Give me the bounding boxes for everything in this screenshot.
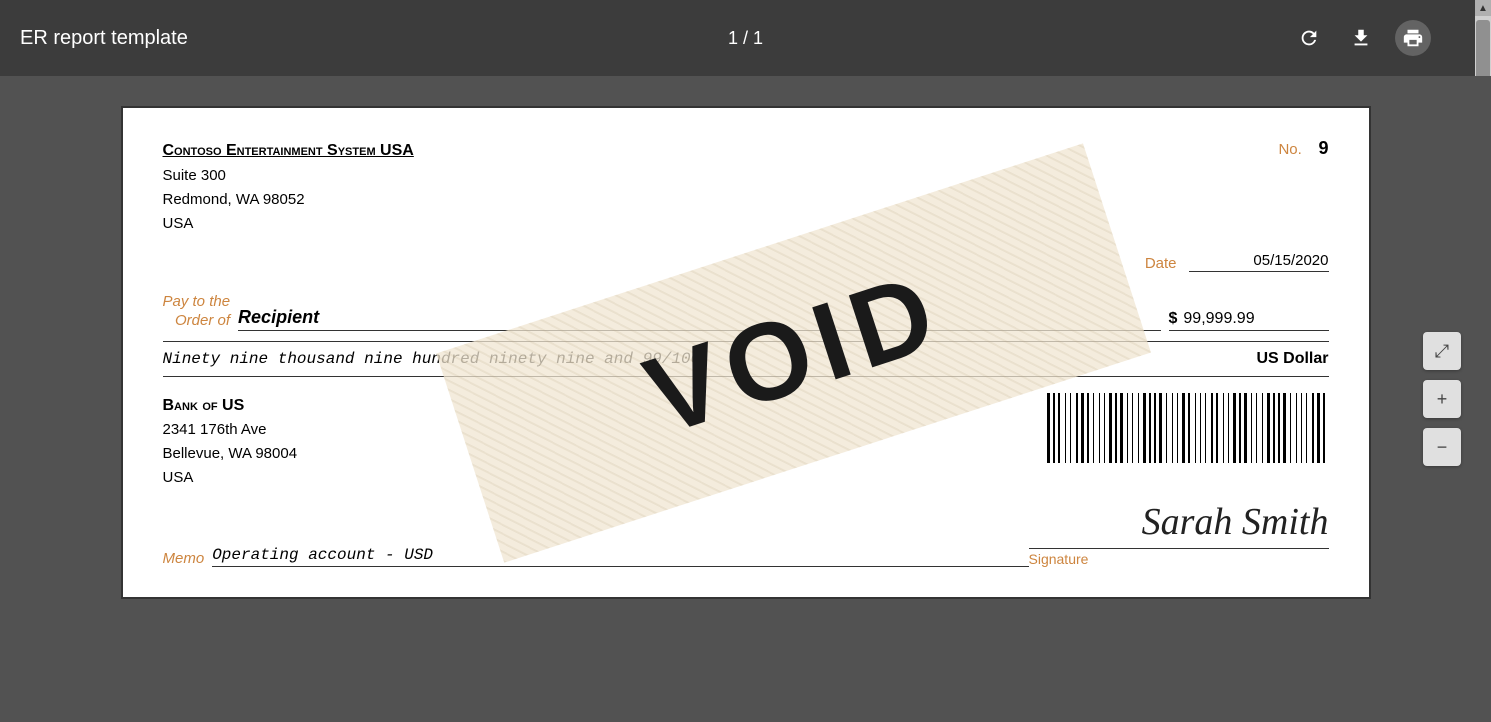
payto-label: Pay to the Order of — [163, 292, 231, 331]
currency-label: US Dollar — [1256, 350, 1328, 368]
check-document: VOID Contoso Entertainment System USA Su… — [121, 106, 1371, 599]
fit-icon: ⤢ — [1435, 341, 1449, 362]
page-info: 1 / 1 — [728, 28, 763, 49]
download-icon — [1350, 27, 1372, 49]
barcode — [1043, 393, 1329, 463]
company-info: Contoso Entertainment System USA Suite 3… — [163, 138, 414, 236]
bank-section: Bank of US 2341 176th Ave Bellevue, WA 9… — [163, 393, 1329, 491]
signature-label: Signature — [1029, 551, 1089, 567]
signature-line — [1029, 548, 1329, 549]
check-header: Contoso Entertainment System USA Suite 3… — [163, 138, 1329, 236]
document-title: ER report template — [20, 27, 188, 50]
memo-value: Operating account - USD — [212, 546, 1028, 567]
check-number-value: 9 — [1318, 138, 1328, 158]
written-amount: Ninety nine thousand nine hundred ninety… — [163, 350, 701, 368]
recipient: Recipient — [238, 307, 1160, 331]
memo-sig-row: Memo Operating account - USD Sarah Smith… — [163, 500, 1329, 567]
payto-row: Pay to the Order of Recipient $ 99,999.9… — [163, 292, 1329, 331]
address-line3: USA — [163, 212, 414, 236]
bank-address3: USA — [163, 466, 298, 490]
print-button[interactable] — [1395, 20, 1431, 56]
check-number-label: No. — [1278, 141, 1301, 158]
zoom-in-icon: + — [1437, 389, 1448, 410]
zoom-in-button[interactable]: + — [1423, 380, 1461, 418]
bank-info: Bank of US 2341 176th Ave Bellevue, WA 9… — [163, 393, 298, 491]
written-amount-row: Ninety nine thousand nine hundred ninety… — [163, 341, 1329, 377]
toolbar: ER report template 1 / 1 — [0, 0, 1491, 76]
toolbar-actions — [1291, 20, 1431, 56]
date-row: Date 05/15/2020 — [163, 252, 1329, 272]
date-label: Date — [1145, 255, 1177, 272]
amount-value: 99,999.99 — [1183, 310, 1254, 328]
address-line1: Suite 300 — [163, 164, 414, 188]
fit-page-button[interactable]: ⤢ — [1423, 332, 1461, 370]
signature-name: Sarah Smith — [1142, 500, 1329, 544]
zoom-controls: ⤢ + − — [1423, 332, 1461, 466]
scroll-up-arrow[interactable]: ▲ — [1475, 0, 1491, 16]
amount-box: $ 99,999.99 — [1169, 310, 1329, 331]
download-button[interactable] — [1343, 20, 1379, 56]
bank-name: Bank of US — [163, 393, 298, 419]
memo-section: Memo Operating account - USD — [163, 546, 1029, 567]
zoom-out-button[interactable]: − — [1423, 428, 1461, 466]
refresh-button[interactable] — [1291, 20, 1327, 56]
date-value: 05/15/2020 — [1189, 252, 1329, 272]
memo-label: Memo — [163, 550, 205, 567]
payto-label-line2: Order of — [163, 311, 231, 331]
dollar-sign: $ — [1169, 310, 1178, 328]
bank-address1: 2341 176th Ave — [163, 418, 298, 442]
zoom-out-icon: − — [1437, 437, 1448, 458]
bank-address2: Bellevue, WA 98004 — [163, 442, 298, 466]
signature-section: Sarah Smith Signature — [1029, 500, 1329, 567]
company-name: Contoso Entertainment System USA — [163, 138, 414, 164]
check-number-section: No. 9 — [1278, 138, 1328, 236]
address-line2: Redmond, WA 98052 — [163, 188, 414, 212]
content-area: ⤢ + − VOID Contoso Entertainment System … — [0, 76, 1491, 722]
barcode-section — [1043, 393, 1329, 463]
print-icon — [1402, 27, 1424, 49]
refresh-icon — [1298, 27, 1320, 49]
payto-label-line1: Pay to the — [163, 292, 231, 312]
